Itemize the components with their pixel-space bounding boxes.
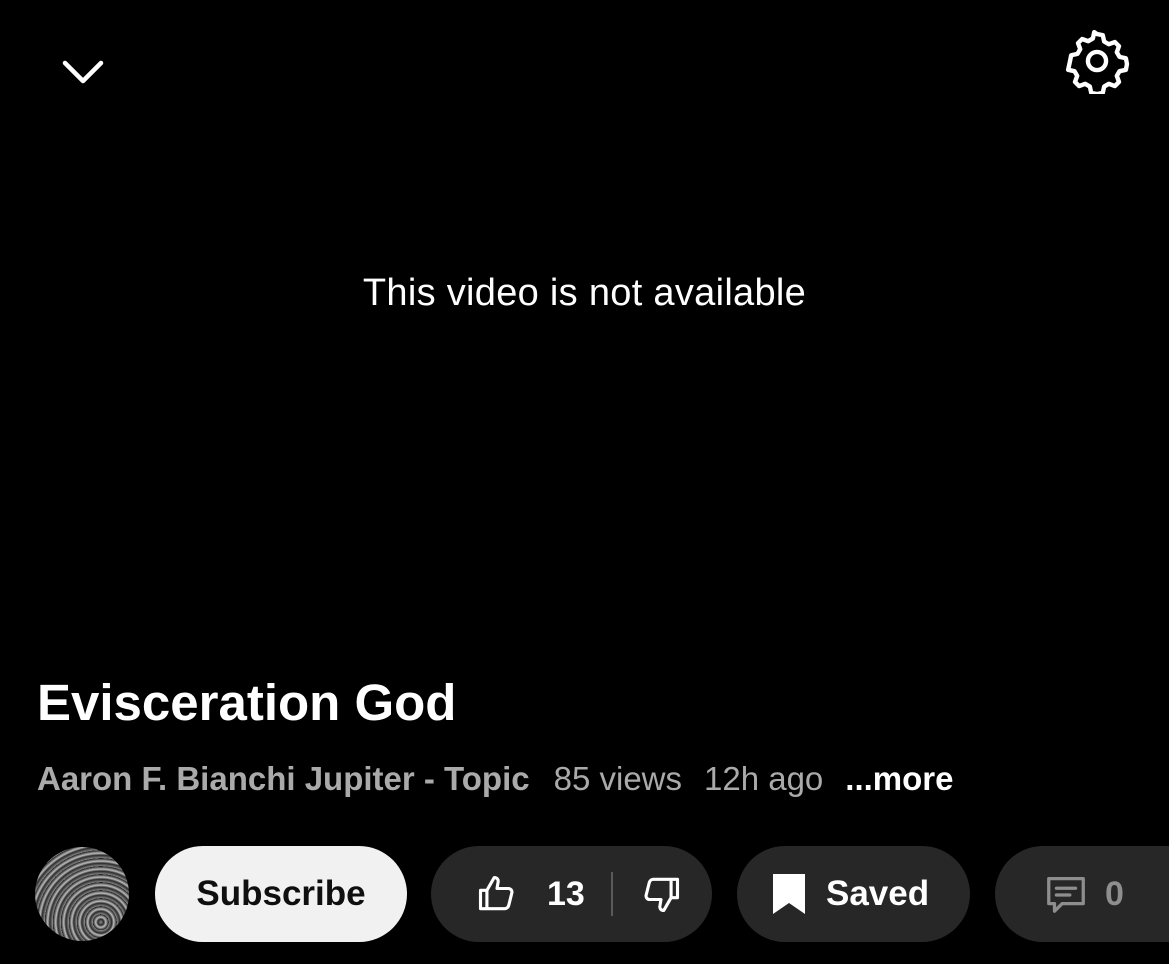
bookmark-icon [770,872,808,916]
more-description-link[interactable]: ...more [845,760,953,798]
save-button[interactable]: Saved [737,846,970,942]
video-title: Evisceration God [37,674,457,731]
video-unavailable-message: This video is not available [362,272,807,314]
like-button[interactable]: 13 [431,846,585,942]
thumbs-down-icon [639,872,683,916]
chevron-down-icon [61,58,105,86]
comments-count: 0 [1105,874,1124,913]
comments-button[interactable]: 0 [995,846,1169,942]
view-count: 85 views [553,760,682,797]
like-count: 13 [547,874,585,913]
thumbs-up-icon [475,872,519,916]
video-metadata-row[interactable]: Aaron F. Bianchi Jupiter - Topic 85 view… [37,760,954,798]
like-dislike-group: 13 [431,846,712,942]
upload-age: 12h ago [704,760,824,797]
dislike-button[interactable] [613,846,683,942]
comment-icon [1043,871,1089,917]
channel-name[interactable]: Aaron F. Bianchi Jupiter - Topic [37,760,530,798]
settings-button[interactable] [1062,26,1132,96]
channel-avatar[interactable] [35,847,129,941]
save-label: Saved [826,874,930,913]
subscribe-button[interactable]: Subscribe [155,846,407,942]
gear-icon [1064,28,1130,94]
collapse-button[interactable] [55,50,111,94]
